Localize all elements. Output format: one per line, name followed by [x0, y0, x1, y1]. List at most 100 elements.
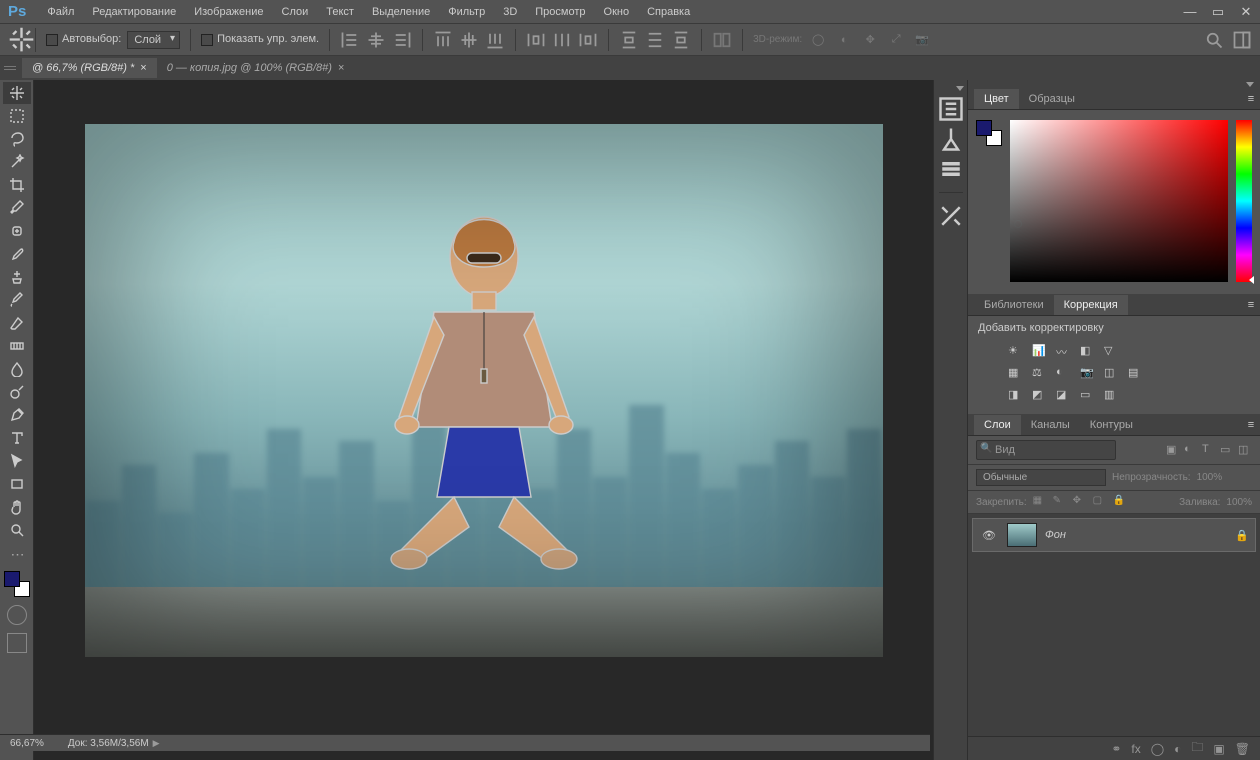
maximize-button[interactable]: ▭: [1204, 0, 1232, 23]
healing-brush-tool[interactable]: [3, 220, 31, 242]
pen-tool[interactable]: [3, 404, 31, 426]
panel-menu-icon[interactable]: ≡: [1242, 93, 1260, 105]
rect-marquee-tool[interactable]: [3, 105, 31, 127]
threshold-icon[interactable]: ◪: [1056, 388, 1074, 404]
canvas-area[interactable]: [34, 80, 933, 760]
rectangle-shape-tool[interactable]: [3, 473, 31, 495]
move-tool[interactable]: [3, 82, 31, 104]
curves-icon[interactable]: 〰: [1056, 344, 1074, 360]
autoselect-checkbox[interactable]: Автовыбор:: [46, 33, 121, 45]
distribute-v2-icon[interactable]: [645, 30, 665, 50]
posterize-icon[interactable]: ◩: [1032, 388, 1050, 404]
3d-pan-icon[interactable]: ✥: [860, 30, 880, 50]
hue-saturation-icon[interactable]: ▦: [1008, 366, 1026, 382]
magic-wand-tool[interactable]: [3, 151, 31, 173]
filter-adjust-icon[interactable]: ◐: [1184, 443, 1198, 457]
lock-paint-icon[interactable]: ✎: [1053, 495, 1067, 509]
menu-image[interactable]: Изображение: [185, 2, 272, 22]
align-vcenter-icon[interactable]: [459, 30, 479, 50]
foreground-background-swatch[interactable]: [4, 571, 30, 597]
history-brush-tool[interactable]: [3, 289, 31, 311]
opacity-value[interactable]: 100%: [1197, 472, 1223, 483]
blend-mode-dropdown[interactable]: Обычные: [976, 469, 1106, 486]
lock-position-icon[interactable]: ✥: [1073, 495, 1087, 509]
gradient-map-icon[interactable]: ▭: [1080, 388, 1098, 404]
align-hcenter-icon[interactable]: [366, 30, 386, 50]
workspace-switcher-icon[interactable]: [1232, 30, 1252, 50]
menu-window[interactable]: Окно: [595, 2, 639, 22]
layer-lock-icon[interactable]: 🔒: [1235, 529, 1249, 542]
search-icon[interactable]: [1204, 30, 1224, 50]
clone-stamp-tool[interactable]: [3, 266, 31, 288]
type-tool[interactable]: [3, 427, 31, 449]
tab-libraries[interactable]: Библиотеки: [974, 295, 1054, 315]
filter-type-icon[interactable]: T: [1202, 443, 1216, 457]
layer-visibility-icon[interactable]: 👁: [979, 529, 999, 542]
document-tab-active[interactable]: @ 66,7% (RGB/8#) *×: [22, 58, 157, 78]
tab-layers[interactable]: Слои: [974, 415, 1021, 435]
hue-slider[interactable]: [1236, 120, 1252, 282]
align-left-icon[interactable]: [340, 30, 360, 50]
invert-icon[interactable]: ◨: [1008, 388, 1026, 404]
dodge-tool[interactable]: [3, 381, 31, 403]
color-swatch[interactable]: [976, 120, 1002, 146]
lock-pixels-icon[interactable]: ▦: [1033, 495, 1047, 509]
eraser-tool[interactable]: [3, 312, 31, 334]
lock-all-icon[interactable]: 🔒: [1113, 495, 1127, 509]
crop-tool[interactable]: [3, 174, 31, 196]
menu-help[interactable]: Справка: [638, 2, 699, 22]
settings-panel-icon[interactable]: [937, 203, 965, 229]
distribute-h2-icon[interactable]: [552, 30, 572, 50]
brush-tool[interactable]: [3, 243, 31, 265]
brightness-contrast-icon[interactable]: ☀: [1008, 344, 1026, 360]
layer-name[interactable]: Фон: [1045, 529, 1066, 541]
tab-close-icon[interactable]: ×: [140, 62, 146, 74]
new-group-icon[interactable]: 🗀: [1191, 738, 1203, 759]
status-zoom[interactable]: 66,67%: [10, 738, 44, 749]
tab-swatches[interactable]: Образцы: [1019, 89, 1085, 109]
auto-align-icon[interactable]: [712, 30, 732, 50]
panel-menu-icon[interactable]: ≡: [1242, 299, 1260, 311]
tab-close-icon[interactable]: ×: [338, 62, 344, 74]
menu-select[interactable]: Выделение: [363, 2, 439, 22]
menu-layers[interactable]: Слои: [273, 2, 318, 22]
menu-filter[interactable]: Фильтр: [439, 2, 494, 22]
menu-file[interactable]: Файл: [38, 2, 83, 22]
tab-adjustments[interactable]: Коррекция: [1054, 295, 1128, 315]
distribute-v3-icon[interactable]: [671, 30, 691, 50]
distribute-v1-icon[interactable]: [619, 30, 639, 50]
quickmask-toggle[interactable]: [7, 605, 27, 625]
tab-color[interactable]: Цвет: [974, 89, 1019, 109]
menu-text[interactable]: Текст: [317, 2, 363, 22]
brushes-panel-icon[interactable]: [937, 126, 965, 152]
layer-fx-icon[interactable]: fx: [1131, 742, 1140, 756]
align-right-icon[interactable]: [392, 30, 412, 50]
new-layer-icon[interactable]: ▣: [1213, 742, 1224, 756]
document-tab-inactive[interactable]: 0 — копия.jpg @ 100% (RGB/8#)×: [157, 58, 355, 78]
screenmode-toggle[interactable]: [7, 633, 27, 653]
gradient-tool[interactable]: [3, 335, 31, 357]
status-doc-size[interactable]: Док: 3,56M/3,56M▶: [68, 738, 160, 749]
path-select-tool[interactable]: [3, 450, 31, 472]
channel-mixer-icon[interactable]: ◫: [1104, 366, 1122, 382]
fill-value[interactable]: 100%: [1226, 497, 1252, 508]
vibrance-icon[interactable]: ▽: [1104, 344, 1122, 360]
bw-icon[interactable]: ◐: [1056, 366, 1074, 382]
close-button[interactable]: ✕: [1232, 0, 1260, 23]
filter-shape-icon[interactable]: ▭: [1220, 443, 1234, 457]
autoselect-target-dropdown[interactable]: Слой: [127, 31, 180, 49]
properties-panel-icon[interactable]: [937, 156, 965, 182]
tab-channels[interactable]: Каналы: [1021, 415, 1080, 435]
tab-paths[interactable]: Контуры: [1080, 415, 1143, 435]
photo-filter-icon[interactable]: 📷: [1080, 366, 1098, 382]
layer-list[interactable]: 👁 Фон 🔒: [968, 514, 1260, 736]
lasso-tool[interactable]: [3, 128, 31, 150]
history-panel-icon[interactable]: [937, 96, 965, 122]
new-adjustment-icon[interactable]: ◐: [1174, 742, 1181, 756]
lock-artboard-icon[interactable]: ▢: [1093, 495, 1107, 509]
show-transform-checkbox[interactable]: Показать упр. элем.: [201, 33, 319, 45]
blur-tool[interactable]: [3, 358, 31, 380]
zoom-tool[interactable]: [3, 519, 31, 541]
menu-edit[interactable]: Редактирование: [83, 2, 185, 22]
menu-3d[interactable]: 3D: [494, 2, 526, 22]
